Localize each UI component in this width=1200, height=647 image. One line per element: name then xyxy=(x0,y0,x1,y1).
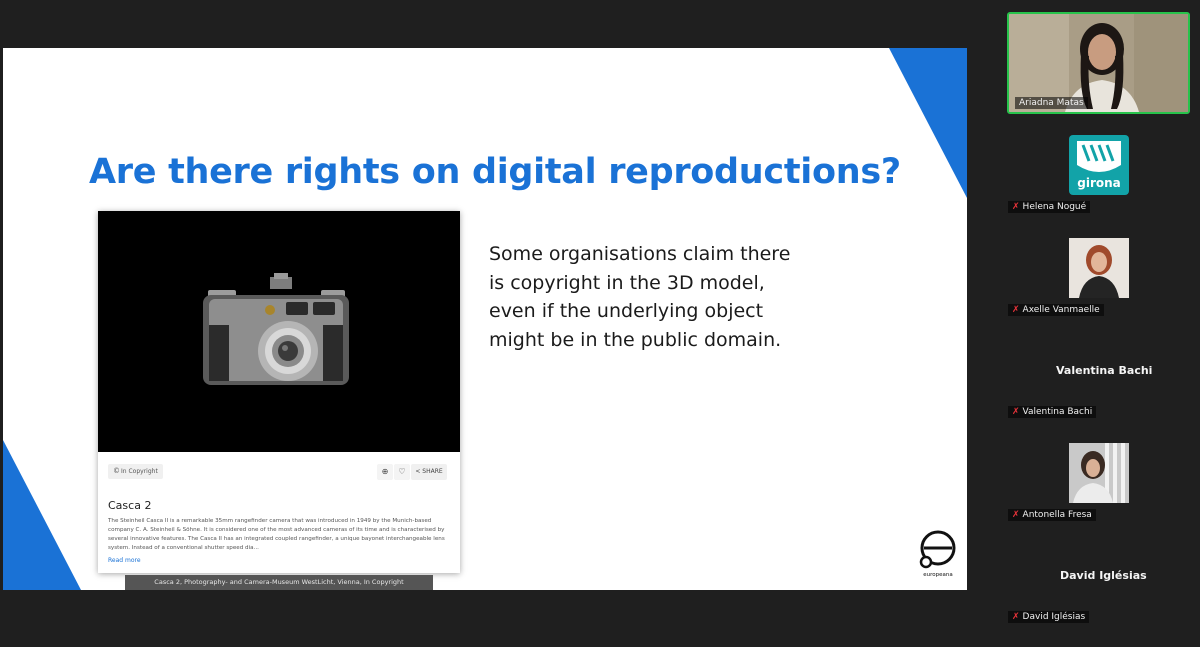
participant-label-helena: ✗ Helena Nogué xyxy=(1008,201,1091,213)
mic-muted-icon: ✗ xyxy=(1012,612,1020,622)
axelle-photo xyxy=(1069,238,1129,298)
mic-muted-icon: ✗ xyxy=(1012,305,1020,315)
shared-slide: Are there rights on digital reproduction… xyxy=(3,48,967,590)
europeana-logo: europeana xyxy=(919,530,956,578)
participant-avatar-girona: girona xyxy=(1069,135,1129,195)
camera-image xyxy=(98,211,460,452)
participant-label-axelle: ✗ Axelle Vanmaelle xyxy=(1008,304,1104,316)
slide-body-text: Some organisations claim there is copyri… xyxy=(489,243,791,351)
participant-label-antonella: ✗ Antonella Fresa xyxy=(1008,509,1096,521)
copyright-icon: © xyxy=(113,467,120,475)
active-speaker-name: Ariadna Matas xyxy=(1015,97,1088,109)
svg-text:girona: girona xyxy=(1077,176,1121,190)
share-icon: < xyxy=(415,468,421,475)
card-description: The Steinheil Casca II is a remarkable 3… xyxy=(108,518,445,551)
europeana-logo-text: europeana xyxy=(923,572,952,578)
active-speaker-video[interactable]: Ariadna Matas xyxy=(1007,12,1190,114)
antonella-photo xyxy=(1069,443,1129,503)
share-button[interactable]: < SHARE xyxy=(411,464,447,480)
heart-icon: ♡ xyxy=(398,467,406,476)
participant-photo-antonella xyxy=(1069,443,1129,503)
mic-muted-icon: ✗ xyxy=(1012,407,1020,417)
mic-muted-icon: ✗ xyxy=(1012,510,1020,520)
card-action-bar: ©In Copyright ⊕ ♡ < SHARE xyxy=(98,459,460,485)
camera-photo xyxy=(98,211,460,452)
participant-photo-axelle xyxy=(1069,238,1129,298)
like-button[interactable]: ♡ xyxy=(394,464,410,480)
slide-decoration-bottom xyxy=(3,440,81,590)
zoom-icon: ⊕ xyxy=(381,467,389,476)
image-caption: Casca 2, Photography- and Camera-Museum … xyxy=(125,575,433,590)
card-title: Casca 2 xyxy=(108,499,152,512)
participant-label-valentina: ✗ Valentina Bachi xyxy=(1008,406,1097,418)
read-more-link[interactable]: Read more xyxy=(108,557,141,564)
mic-muted-icon: ✗ xyxy=(1012,202,1020,212)
slide-title: Are there rights on digital reproduction… xyxy=(89,152,901,192)
girona-logo: girona xyxy=(1069,135,1129,195)
participant-label-david: ✗ David Iglésias xyxy=(1008,611,1090,623)
zoom-button[interactable]: ⊕ xyxy=(377,464,393,480)
participant-display-david: David Iglésias xyxy=(1060,569,1147,582)
rights-statement-badge[interactable]: ©In Copyright xyxy=(108,464,163,479)
europeana-item-card: ©In Copyright ⊕ ♡ < SHARE Casca 2 The St… xyxy=(98,211,460,573)
participant-display-valentina: Valentina Bachi xyxy=(1056,364,1153,377)
